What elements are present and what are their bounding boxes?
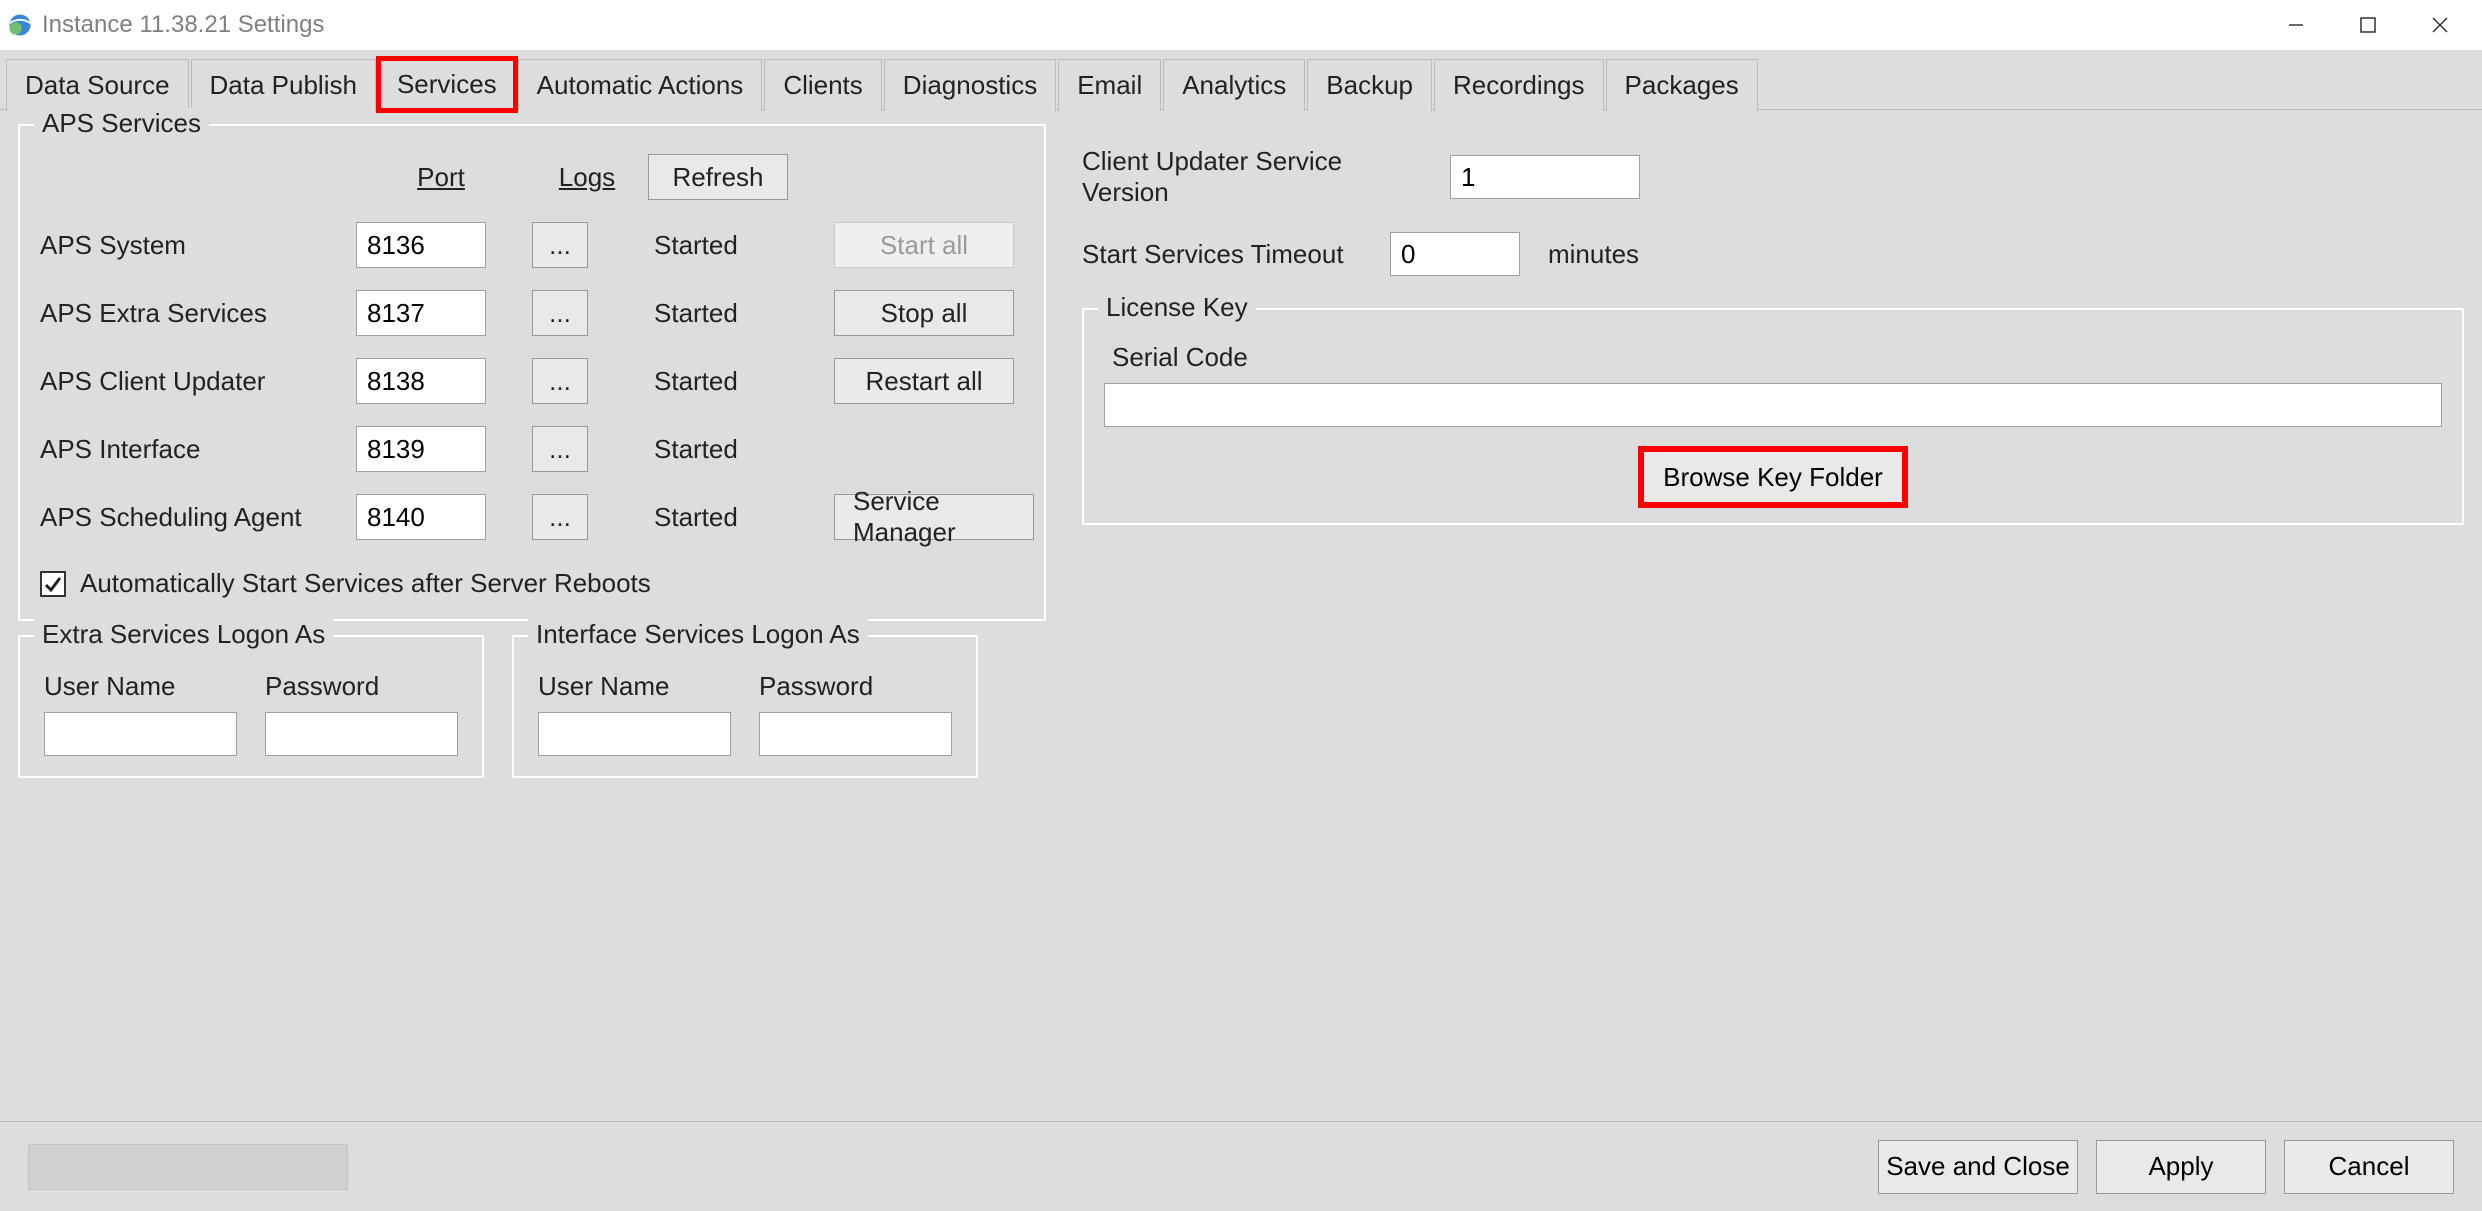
extra-logon-legend: Extra Services Logon As — [34, 619, 333, 650]
port-input[interactable] — [356, 426, 486, 472]
logs-button[interactable]: ... — [532, 494, 588, 540]
license-key-legend: License Key — [1098, 292, 1256, 323]
tab-recordings[interactable]: Recordings — [1434, 59, 1604, 111]
extra-username-input[interactable] — [44, 712, 237, 756]
start-all-button[interactable]: Start all — [834, 222, 1014, 268]
logs-button[interactable]: ... — [532, 290, 588, 336]
tab-analytics[interactable]: Analytics — [1163, 59, 1305, 111]
tab-email[interactable]: Email — [1058, 59, 1161, 111]
tab-data-source[interactable]: Data Source — [6, 59, 189, 111]
auto-start-checkbox[interactable] — [40, 571, 66, 597]
iface-password-label: Password — [759, 671, 952, 702]
client-updater-version-input[interactable] — [1450, 155, 1640, 199]
start-services-timeout-label: Start Services Timeout — [1082, 239, 1362, 270]
maximize-button[interactable] — [2332, 3, 2404, 47]
service-status: Started — [648, 434, 828, 465]
footer: Save and Close Apply Cancel — [0, 1121, 2482, 1211]
apply-button[interactable]: Apply — [2096, 1140, 2266, 1194]
aps-services-group: APS Services Port Logs Refresh APS Syste… — [18, 124, 1046, 621]
service-status: Started — [648, 502, 828, 533]
service-row: APS Extra Services ... Started Stop all — [40, 290, 1024, 336]
service-name: APS Scheduling Agent — [40, 502, 350, 533]
service-status: Started — [648, 230, 828, 261]
logs-header: Logs — [532, 162, 642, 193]
service-name: APS Interface — [40, 434, 350, 465]
serial-code-input[interactable] — [1104, 383, 2442, 427]
tab-clients[interactable]: Clients — [764, 59, 881, 111]
extra-services-logon-group: Extra Services Logon As User Name Passwo… — [18, 635, 484, 778]
tab-diagnostics[interactable]: Diagnostics — [884, 59, 1056, 111]
port-input[interactable] — [356, 222, 486, 268]
tab-strip: Data Source Data Publish Services Automa… — [0, 50, 2482, 110]
logs-button[interactable]: ... — [532, 358, 588, 404]
titlebar: Instance 11.38.21 Settings — [0, 0, 2482, 50]
extra-password-input[interactable] — [265, 712, 458, 756]
service-name: APS System — [40, 230, 350, 261]
port-header: Port — [356, 162, 526, 193]
logs-button[interactable]: ... — [532, 426, 588, 472]
serial-code-label: Serial Code — [1112, 342, 2442, 373]
tab-data-publish[interactable]: Data Publish — [191, 59, 376, 111]
save-and-close-button[interactable]: Save and Close — [1878, 1140, 2078, 1194]
service-manager-button[interactable]: Service Manager — [834, 494, 1034, 540]
service-name: APS Client Updater — [40, 366, 350, 397]
logs-button[interactable]: ... — [532, 222, 588, 268]
cancel-button[interactable]: Cancel — [2284, 1140, 2454, 1194]
stop-all-button[interactable]: Stop all — [834, 290, 1014, 336]
browse-key-folder-button[interactable]: Browse Key Folder — [1643, 451, 1903, 503]
tab-automatic-actions[interactable]: Automatic Actions — [518, 59, 763, 111]
service-status: Started — [648, 298, 828, 329]
timeout-suffix: minutes — [1548, 239, 1639, 270]
tab-backup[interactable]: Backup — [1307, 59, 1432, 111]
service-row: APS System ... Started Start all — [40, 222, 1024, 268]
window-title: Instance 11.38.21 Settings — [42, 11, 324, 39]
client-updater-version-label: Client Updater Service Version — [1082, 146, 1422, 208]
auto-start-label: Automatically Start Services after Serve… — [80, 568, 651, 599]
license-key-group: License Key Serial Code Browse Key Folde… — [1082, 308, 2464, 525]
port-input[interactable] — [356, 290, 486, 336]
minimize-button[interactable] — [2260, 3, 2332, 47]
service-row: APS Scheduling Agent ... Started Service… — [40, 494, 1024, 540]
iface-username-input[interactable] — [538, 712, 731, 756]
tab-services[interactable]: Services — [378, 58, 516, 111]
service-name: APS Extra Services — [40, 298, 350, 329]
service-row: APS Interface ... Started — [40, 426, 1024, 472]
close-button[interactable] — [2404, 3, 2476, 47]
app-icon — [6, 11, 34, 39]
start-services-timeout-input[interactable] — [1390, 232, 1520, 276]
port-input[interactable] — [356, 494, 486, 540]
status-box — [28, 1144, 348, 1190]
restart-all-button[interactable]: Restart all — [834, 358, 1014, 404]
iface-password-input[interactable] — [759, 712, 952, 756]
aps-services-legend: APS Services — [34, 108, 209, 139]
refresh-button[interactable]: Refresh — [648, 154, 788, 200]
iface-logon-legend: Interface Services Logon As — [528, 619, 868, 650]
service-status: Started — [648, 366, 828, 397]
extra-password-label: Password — [265, 671, 458, 702]
extra-username-label: User Name — [44, 671, 237, 702]
service-row: APS Client Updater ... Started Restart a… — [40, 358, 1024, 404]
tab-packages[interactable]: Packages — [1606, 59, 1758, 111]
iface-username-label: User Name — [538, 671, 731, 702]
interface-services-logon-group: Interface Services Logon As User Name Pa… — [512, 635, 978, 778]
port-input[interactable] — [356, 358, 486, 404]
